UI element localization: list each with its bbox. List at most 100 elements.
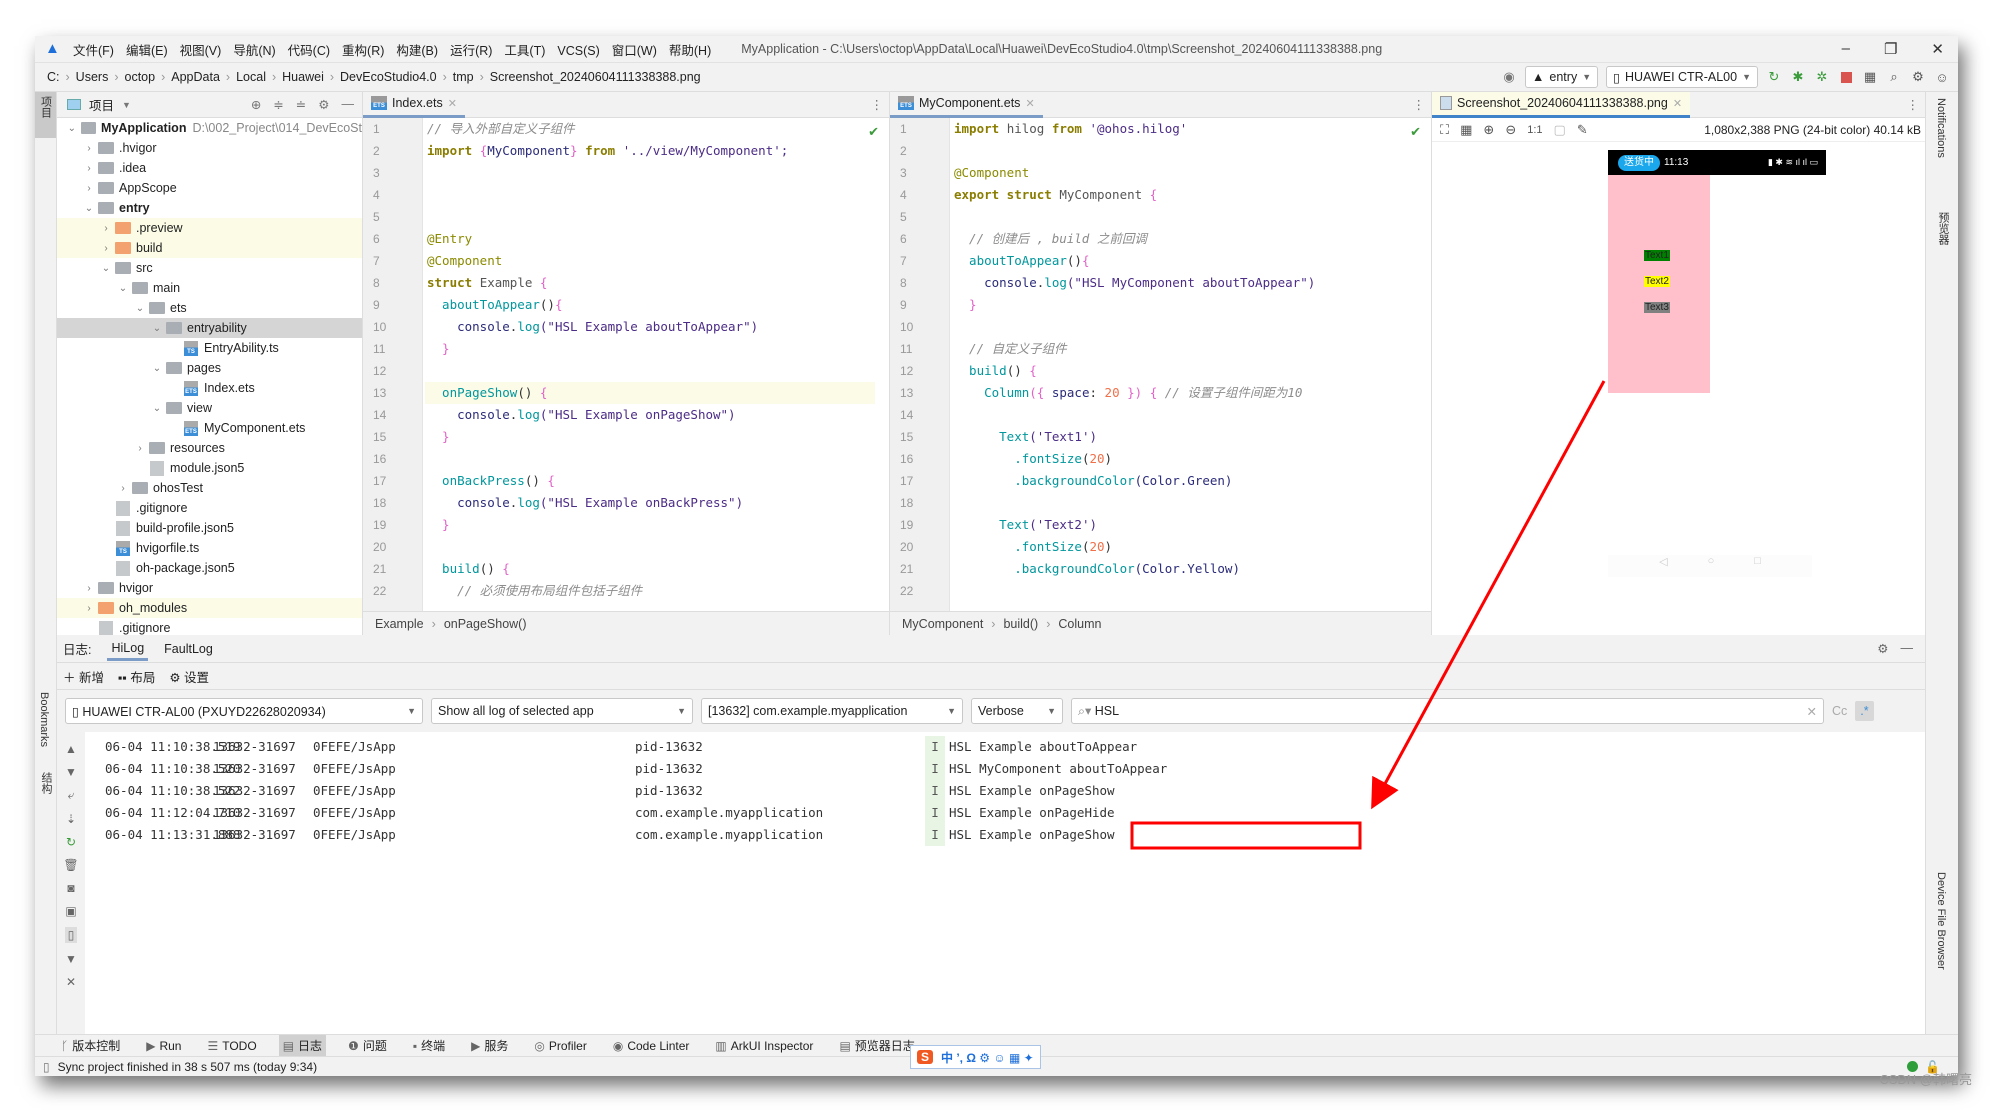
code-line[interactable] [425,184,875,206]
bottom-tab[interactable]: ▪ 终端 [409,1035,449,1057]
chevron-right-icon[interactable]: › [82,143,96,154]
code-line[interactable]: import hilog from '@ohos.hilog' [952,118,1417,140]
code-line[interactable]: @Component [952,162,1417,184]
bottom-tab[interactable]: ▥ ArkUI Inspector [711,1035,817,1057]
layout-button[interactable]: ▪▪ 布局 [118,667,155,686]
close-icon[interactable]: ✕ [66,975,76,989]
code-line[interactable]: onPageShow() { [425,382,875,404]
tab-hilog[interactable]: HiLog [107,636,149,661]
device-icon[interactable]: ▯ [64,927,78,943]
chevron-down-icon[interactable]: ⌄ [150,323,164,334]
menu-item[interactable]: 导航(N) [233,44,275,58]
tree-item[interactable]: .gitignore [57,498,362,518]
color-picker-icon[interactable]: ✎ [1577,122,1588,138]
breadcrumb-item[interactable]: onPageShow() [444,617,527,631]
code-line[interactable]: // 自定义子组件 [952,338,1417,360]
chevron-down-icon[interactable]: ⌄ [150,363,164,374]
code-line[interactable]: .fontSize(20) [952,536,1417,558]
menu-item[interactable]: 代码(C) [288,44,330,58]
bottom-tab[interactable]: ▤ 日志 [278,1034,327,1057]
chevron-down-icon[interactable]: ⌄ [99,263,113,274]
log-row[interactable]: 06-04 11:10:38.519 13632-31697 0FEFE/JsApp… [85,736,1925,758]
menu-item[interactable]: 工具(T) [504,44,545,58]
tree-item[interactable]: ⌄ src [57,258,362,278]
project-tool-button[interactable]: 项目 [35,92,56,138]
code-line[interactable] [952,492,1417,514]
code-line[interactable]: aboutToAppear(){ [425,294,875,316]
restore-button[interactable]: ❐ [1884,40,1897,58]
code-line[interactable] [425,448,875,470]
code-line[interactable] [425,360,875,382]
tree-item[interactable]: › AppScope [57,178,362,198]
code-line[interactable]: .backgroundColor(Color.Green) [952,470,1417,492]
restart-icon[interactable]: ↻ [66,835,76,849]
chevron-right-icon[interactable]: › [133,443,147,454]
bottom-tab[interactable]: ❶ 问题 [344,1035,391,1057]
debug-icon[interactable]: ✱ [1790,69,1806,85]
tree-item[interactable]: ⌄ main [57,278,362,298]
project-structure-icon[interactable]: ▦ [1862,69,1878,85]
code-line[interactable]: .backgroundColor(Color.Yellow) [952,558,1417,580]
code-line[interactable]: Column({ space: 20 }) { // 设置子组件间距为10 [952,382,1417,404]
code-line[interactable]: } [425,338,875,360]
save-icon[interactable]: ▣ [65,904,76,918]
breadcrumb-item[interactable]: C: [47,70,60,84]
gear-icon[interactable]: ⚙ [1877,641,1888,656]
code-line[interactable]: Text('Text2') [952,514,1417,536]
menu-item[interactable]: VCS(S) [557,44,599,58]
bottom-tab[interactable]: ◉ Code Linter [609,1035,694,1057]
structure-tool-button[interactable]: 结构 [38,772,54,794]
process-dropdown[interactable]: [13632] com.example.myapplication ▼ [701,698,963,724]
log-level-dropdown[interactable]: Verbose ▼ [971,698,1063,724]
tree-item[interactable]: ETS MyComponent.ets [57,418,362,438]
previewer-tool-button[interactable]: 预览器 [1935,212,1951,245]
chevron-down-icon[interactable]: ⌄ [116,283,130,294]
fit-icon[interactable]: ⛶ [1440,122,1449,138]
scroll-to-end-icon[interactable]: ⇣ [66,812,76,826]
more-icon[interactable]: ⋮ [871,97,884,112]
bottom-tab[interactable]: ᚴ 版本控制 [57,1035,124,1057]
zoom-in-icon[interactable]: ⊕ [1483,122,1494,138]
code-line[interactable]: build() { [952,360,1417,382]
breadcrumb-item[interactable]: tmp [453,70,474,84]
code-line[interactable]: // 必须使用布局组件包括子组件 [425,580,875,602]
close-tab-icon[interactable]: ✕ [1673,97,1682,110]
tree-item[interactable]: TS EntryAbility.ts [57,338,362,358]
notifications-tool-button[interactable]: Notifications [1935,98,1947,158]
breadcrumb-item[interactable]: octop [125,70,156,84]
code-line[interactable] [952,580,1417,602]
log-row[interactable]: 06-04 11:12:04.710 13632-31697 0FEFE/JsApp… [85,802,1925,824]
bottom-tab[interactable]: ▤ 预览器日志 [835,1035,918,1057]
expand-all-icon[interactable]: ≑ [273,97,283,112]
add-button[interactable]: ＋ 新增 [63,667,104,686]
code-line[interactable]: } [952,294,1417,316]
more-icon[interactable]: ⋮ [1907,97,1920,112]
match-case-toggle[interactable]: Cc [1832,704,1847,718]
locate-icon[interactable]: ⊕ [251,97,261,112]
code-line[interactable]: console.log("HSL Example onPageShow") [425,404,875,426]
close-tab-icon[interactable]: ✕ [448,97,457,110]
code-line[interactable]: @Entry [425,228,875,250]
collapse-all-icon[interactable]: ≐ [296,97,306,112]
account-icon[interactable]: ☺ [1934,69,1950,85]
zoom-out-icon[interactable]: ⊖ [1505,122,1516,138]
settings-icon[interactable]: ⚙ [1910,69,1926,85]
regex-toggle[interactable]: .* [1855,701,1874,721]
breadcrumb-item[interactable]: AppData [171,70,220,84]
close-tab-icon[interactable]: ✕ [1025,97,1034,110]
code-line[interactable]: console.log("HSL Example aboutToAppear") [425,316,875,338]
chevron-right-icon[interactable]: › [82,163,96,174]
breadcrumb-item[interactable]: MyComponent [902,617,983,631]
menu-item[interactable]: 窗口(W) [612,44,657,58]
code-line[interactable]: export struct MyComponent { [952,184,1417,206]
attach-debugger-icon[interactable]: ✲ [1814,69,1830,85]
tree-item[interactable]: oh-package.json5 [57,558,362,578]
chevron-right-icon[interactable]: › [99,223,113,234]
search-icon[interactable]: ⌕ [1886,69,1902,85]
settings-button[interactable]: ⚙ 设置 [169,667,209,686]
actual-size-button[interactable]: 1:1 [1527,124,1542,136]
hide-panel-icon[interactable]: — [1901,641,1914,656]
menu-item[interactable]: 文件(F) [73,44,114,58]
tree-item[interactable]: ⌄ entryability [57,318,362,338]
stop-icon[interactable] [1838,69,1854,85]
